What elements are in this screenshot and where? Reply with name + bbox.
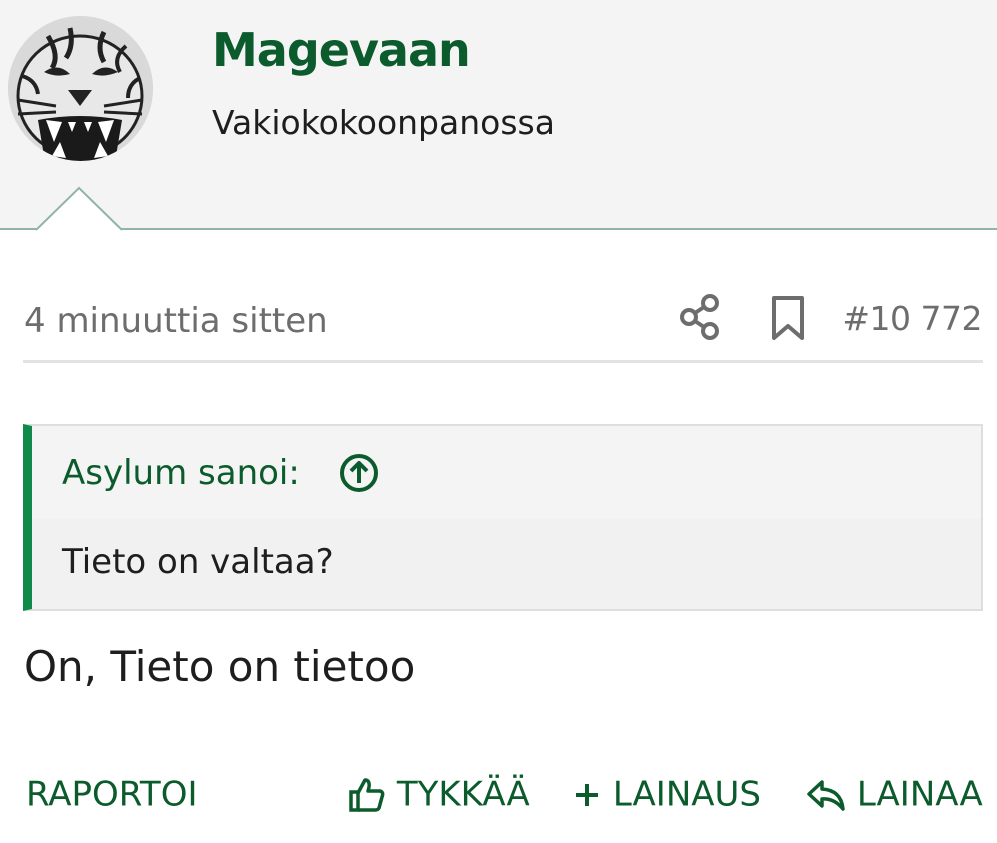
post-number-link[interactable]: #10 772 [842, 296, 982, 342]
quote-body: Tieto on valtaa? [32, 519, 981, 609]
reply-quote-label: LAINAA [856, 774, 983, 815]
quote-text: Tieto on valtaa? [62, 542, 334, 582]
thumbs-up-icon [349, 777, 385, 812]
like-label: TYKKÄÄ [396, 774, 530, 815]
multiquote-label: LAINAUS [612, 774, 761, 815]
quote-header: Asylum sanoi: [32, 426, 981, 519]
like-button[interactable]: TYKKÄÄ [348, 770, 530, 818]
report-label: RAPORTOI [26, 774, 198, 815]
multiquote-button[interactable]: LAINAUS [572, 770, 761, 818]
forum-post: Magevaan Vakiokokoonpanossa 4 minuuttia … [0, 0, 997, 843]
user-title: Vakiokokoonpanossa [212, 103, 555, 142]
post-timestamp[interactable]: 4 minuuttia sitten [24, 298, 328, 344]
tiger-avatar-icon [8, 16, 153, 161]
header-pointer-arrow [36, 186, 123, 232]
header-divider [0, 228, 997, 230]
plus-icon [576, 783, 598, 806]
username[interactable]: Magevaan [212, 22, 471, 78]
share-icon[interactable] [678, 294, 722, 340]
bookmark-icon[interactable] [768, 295, 808, 341]
post-user-header: Magevaan Vakiokokoonpanossa [0, 0, 997, 229]
arrow-up-circle-icon[interactable] [338, 452, 380, 494]
quote-author[interactable]: Asylum sanoi: [62, 450, 300, 496]
reply-quote-button[interactable]: LAINAA [806, 770, 983, 818]
meta-divider [23, 360, 983, 363]
reply-icon [807, 779, 845, 811]
quote-block: Asylum sanoi: Tieto on valtaa? [23, 424, 983, 611]
user-avatar[interactable] [8, 16, 153, 161]
post-message: On, Tieto on tietoo [24, 642, 416, 691]
report-button[interactable]: RAPORTOI [26, 770, 197, 818]
